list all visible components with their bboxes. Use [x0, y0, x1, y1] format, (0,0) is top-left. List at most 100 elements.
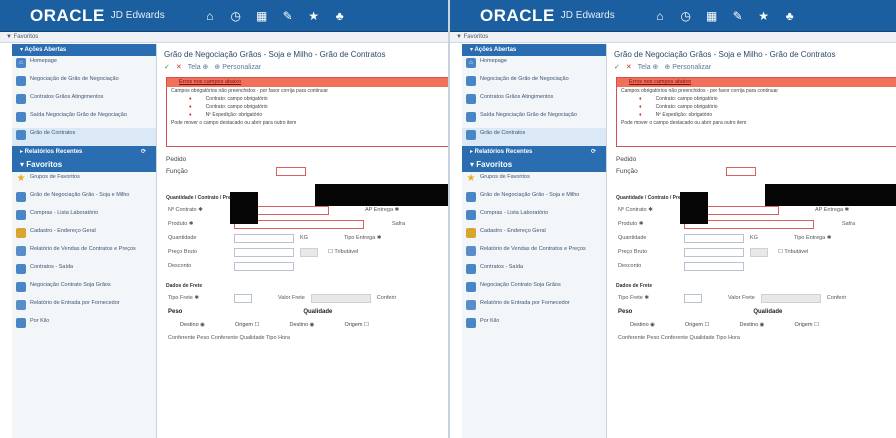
quantidade-input[interactable] — [684, 233, 744, 243]
find-button[interactable]: Tela ⊕ — [188, 63, 209, 71]
error-item[interactable]: ♦ Contrato: campo obrigatório — [167, 95, 448, 103]
error-item[interactable]: ♦ Contrato: campo obrigatório — [617, 95, 896, 103]
report-icon[interactable]: ▦ — [705, 9, 719, 23]
fav-item[interactable]: Por Kilo — [462, 316, 606, 334]
fav-item[interactable]: Negociação Contrato Soja Grãos — [462, 280, 606, 298]
peso-destino-radio[interactable]: Destino ◉ — [630, 322, 655, 328]
redacted-block — [230, 192, 258, 224]
favorites-header[interactable]: ▾ Favoritos — [12, 158, 156, 172]
tipo-frete-input[interactable] — [234, 293, 252, 303]
fav-item[interactable]: Por Kilo — [12, 316, 156, 334]
cancel-button[interactable]: ✕ — [626, 63, 632, 71]
personalize-button[interactable]: ⊕ Personalizar — [664, 63, 711, 71]
fav-item[interactable]: Compras - Lista Laboratório — [12, 208, 156, 226]
refresh-icon[interactable]: ⟳ — [591, 146, 596, 158]
bell-icon[interactable]: ♣ — [783, 9, 797, 23]
error-footer: Pode mover o campo destacado ou abrir pa… — [171, 120, 297, 126]
peso-origem-radio[interactable]: Origem ☐ — [685, 322, 710, 328]
fav-item[interactable]: Relatório de Entrada por Fornecedor — [462, 298, 606, 316]
error-item[interactable]: ♦ Nº Expedição: obrigatório — [617, 111, 896, 119]
sidebar-item-grao-contratos[interactable]: Grão de Contratos — [12, 128, 156, 146]
funcao-input[interactable] — [726, 166, 756, 176]
open-apps-header[interactable]: ▾ Ações Abertas — [12, 44, 156, 56]
home-icon[interactable]: ⌂ — [653, 9, 667, 23]
fav-item[interactable]: Cadastro - Endereço Geral — [462, 226, 606, 244]
qualidade-label: Qualidade — [303, 309, 333, 315]
recent-reports-header[interactable]: ▸ Relatórios Recentes ⟳ — [12, 146, 156, 158]
fav-item[interactable]: ★ Grupos de Favoritos — [462, 172, 606, 190]
error-item[interactable]: ♦ Contrato: campo obrigatório — [617, 103, 896, 111]
fav-item[interactable]: Relatório de Vendas de Contratos e Preço… — [12, 244, 156, 262]
fav-item[interactable]: Grão de Negociação Grão - Soja e Milho — [12, 190, 156, 208]
sidebar-item-grao-contratos[interactable]: Grão de Contratos — [462, 128, 606, 146]
favorites-header[interactable]: ▾ Favoritos — [462, 158, 606, 172]
tributavel-checkbox[interactable]: ☐ Tributável — [778, 249, 808, 255]
desconto-input[interactable] — [234, 261, 294, 271]
app-icon — [466, 94, 476, 104]
sidebar-item-negociacao[interactable]: Negociação de Grão de Negociação — [462, 74, 606, 92]
cancel-button[interactable]: ✕ — [176, 63, 182, 71]
sidebar-item-contratos[interactable]: Contratos Grãos Atingimentos — [462, 92, 606, 110]
sidebar-item-saida[interactable]: Saída Negociação Grão de Negociação — [12, 110, 156, 128]
funcao-label: Função — [166, 167, 188, 175]
qualidade-label: Qualidade — [753, 309, 783, 315]
fav-item[interactable]: Grão de Negociação Grão - Soja e Milho — [462, 190, 606, 208]
preco-input[interactable] — [234, 247, 294, 257]
main-content: Grão de Negociação Grãos - Soja e Milho … — [610, 44, 896, 438]
peso-destino-radio[interactable]: Destino ◉ — [180, 322, 205, 328]
app-icon — [466, 264, 476, 274]
personalize-button[interactable]: ⊕ Personalizar — [214, 63, 261, 71]
star-icon[interactable]: ★ — [307, 9, 321, 23]
sidebar-item-negociacao[interactable]: Negociação de Grão de Negociação — [12, 74, 156, 92]
error-header[interactable]: Erros nos campos abaixo — [617, 78, 896, 87]
peso-origem-radio[interactable]: Origem ☐ — [235, 322, 260, 328]
recent-reports-header[interactable]: ▸ Relatórios Recentes ⟳ — [462, 146, 606, 158]
conferir-label: Conferir — [826, 295, 847, 301]
tributavel-checkbox[interactable]: ☐ Tributável — [328, 249, 358, 255]
funcao-input[interactable] — [276, 166, 306, 176]
qual-destino-radio[interactable]: Destino ◉ — [289, 322, 314, 328]
report-icon[interactable]: ▦ — [255, 9, 269, 23]
qual-origem-radio[interactable]: Origem ☐ — [344, 322, 369, 328]
sidebar-item-homepage[interactable]: ⌂ Homepage — [12, 56, 156, 74]
sidebar-item-homepage[interactable]: ⌂ Homepage — [462, 56, 606, 74]
radio-row: Destino ◉ Origem ☐ Destino ◉ Origem ☐ — [630, 319, 896, 331]
edit-icon[interactable]: ✎ — [731, 9, 745, 23]
error-item[interactable]: ♦ Contrato: campo obrigatório — [167, 103, 448, 111]
error-item[interactable]: ♦ Nº Expedição: obrigatório — [167, 111, 448, 119]
fav-item[interactable]: Relatório de Vendas de Contratos e Preço… — [462, 244, 606, 262]
refresh-icon[interactable]: ⟳ — [141, 146, 146, 158]
find-button[interactable]: Tela ⊕ — [638, 63, 659, 71]
fav-item[interactable]: Negociação Contrato Soja Grãos — [12, 280, 156, 298]
ok-button[interactable]: ✓ — [614, 63, 620, 71]
open-apps-header[interactable]: ▾ Ações Abertas — [462, 44, 606, 56]
preco-gray — [300, 247, 318, 257]
fav-item[interactable]: Compras - Lista Laboratório — [462, 208, 606, 226]
error-header[interactable]: Erros nos campos abaixo — [167, 78, 448, 87]
qual-destino-radio[interactable]: Destino ◉ — [739, 322, 764, 328]
home-icon[interactable]: ⌂ — [203, 9, 217, 23]
ap-entrega-label: AP Entrega ✱ — [815, 207, 850, 213]
error-intro: Campos obrigatórios não preenchidos - po… — [621, 88, 779, 94]
tipo-frete-input[interactable] — [684, 293, 702, 303]
sidebar-item-contratos[interactable]: Contratos Grãos Atingimentos — [12, 92, 156, 110]
quantidade-input[interactable] — [234, 233, 294, 243]
clock-icon[interactable]: ◷ — [229, 9, 243, 23]
preco-input[interactable] — [684, 247, 744, 257]
bell-icon[interactable]: ♣ — [333, 9, 347, 23]
desconto-input[interactable] — [684, 261, 744, 271]
favorites-bar[interactable]: ▼ Favoritos — [450, 32, 896, 43]
conferir-label: Conferir — [376, 295, 397, 301]
sidebar-item-saida[interactable]: Saída Negociação Grão de Negociação — [462, 110, 606, 128]
qual-origem-radio[interactable]: Origem ☐ — [794, 322, 819, 328]
fav-item[interactable]: Relatório de Entrada por Fornecedor — [12, 298, 156, 316]
star-icon[interactable]: ★ — [757, 9, 771, 23]
ok-button[interactable]: ✓ — [164, 63, 170, 71]
fav-item[interactable]: Contratos - Saída — [12, 262, 156, 280]
favorites-bar[interactable]: ▼ Favoritos — [0, 32, 448, 43]
edit-icon[interactable]: ✎ — [281, 9, 295, 23]
fav-item[interactable]: Contratos - Saída — [462, 262, 606, 280]
clock-icon[interactable]: ◷ — [679, 9, 693, 23]
fav-item[interactable]: ★ Grupos de Favoritos — [12, 172, 156, 190]
fav-item[interactable]: Cadastro - Endereço Geral — [12, 226, 156, 244]
